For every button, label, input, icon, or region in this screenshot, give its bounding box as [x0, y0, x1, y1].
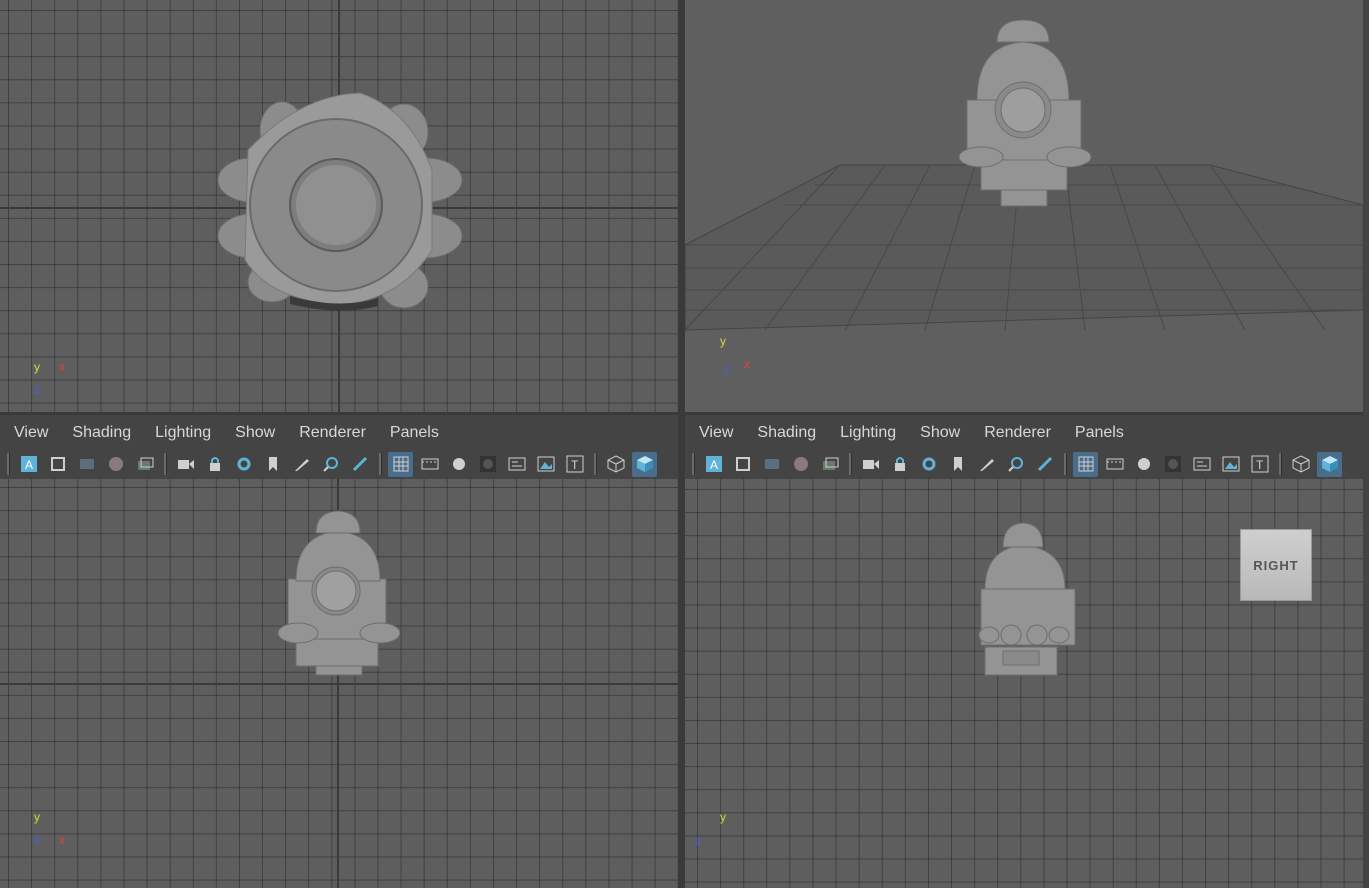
grid-icon[interactable] — [388, 451, 413, 477]
grease-pencil-icon[interactable] — [974, 452, 999, 477]
top-view-model — [0, 0, 678, 412]
toolbar-separator — [849, 453, 852, 475]
menu-show[interactable]: Show — [235, 424, 275, 442]
toolbar-separator — [594, 453, 597, 475]
lock-camera-icon[interactable] — [202, 452, 227, 477]
camera-icon[interactable] — [858, 452, 883, 477]
svg-text:T: T — [1256, 458, 1264, 472]
shaded-icon[interactable] — [1131, 452, 1156, 477]
top-viewport[interactable]: y x z — [0, 0, 678, 412]
menu-panels[interactable]: Panels — [390, 424, 439, 442]
axis-z-label: z — [34, 382, 40, 396]
image-plane-icon[interactable] — [1218, 452, 1243, 477]
layers-icon[interactable] — [817, 452, 842, 477]
paint-icon[interactable] — [1032, 452, 1057, 477]
grid-icon[interactable] — [1073, 451, 1098, 477]
side-viewport[interactable]: RIGHT y z — [685, 479, 1363, 888]
resolution-gate-icon[interactable] — [1102, 452, 1127, 477]
right-edge — [1363, 0, 1369, 888]
shaded-cube-icon[interactable] — [1317, 451, 1342, 477]
text-icon[interactable]: T — [562, 452, 587, 477]
axis-z-label: z — [724, 362, 730, 376]
pan-zoom-icon[interactable] — [318, 452, 343, 477]
wireframe-icon[interactable] — [1160, 452, 1185, 477]
film-gate-icon[interactable] — [74, 452, 99, 477]
left-panel-menubar: View Shading Lighting Show Renderer Pane… — [14, 416, 674, 450]
camera-attributes-icon[interactable] — [916, 452, 941, 477]
left-panel-toolbar: AT — [4, 449, 678, 479]
axis-y-label: y — [34, 360, 40, 374]
svg-text:A: A — [25, 458, 33, 472]
grease-pencil-icon[interactable] — [289, 452, 314, 477]
hud-icon[interactable] — [1189, 452, 1214, 477]
wire-cube-icon[interactable] — [603, 452, 628, 477]
axis-x-label: x — [59, 833, 65, 847]
axis-y-label: y — [34, 810, 40, 824]
lock-camera-icon[interactable] — [887, 452, 912, 477]
a-select-icon[interactable]: A — [701, 452, 726, 477]
frame-icon[interactable] — [730, 452, 755, 477]
persp-view-model — [685, 19, 1363, 331]
menu-lighting[interactable]: Lighting — [155, 424, 211, 442]
axis-y-label: y — [720, 810, 726, 824]
menu-shading[interactable]: Shading — [757, 424, 816, 442]
camera-attributes-icon[interactable] — [231, 452, 256, 477]
resolution-gate-icon[interactable] — [417, 452, 442, 477]
layers-icon[interactable] — [132, 452, 157, 477]
view-cube[interactable]: RIGHT — [1240, 529, 1312, 601]
vertical-splitter[interactable] — [678, 0, 685, 888]
toolbar-separator — [692, 453, 695, 475]
shaded-cube-icon[interactable] — [632, 451, 657, 477]
sphere-icon[interactable] — [103, 452, 128, 477]
toolbar-separator — [1064, 453, 1067, 475]
front-view-model — [0, 479, 678, 888]
toolbar-separator — [7, 453, 10, 475]
text-icon[interactable]: T — [1247, 452, 1272, 477]
svg-text:A: A — [710, 458, 718, 472]
front-viewport[interactable]: y x z — [0, 479, 678, 888]
right-panel-toolbar: AT — [689, 449, 1363, 479]
bookmark-icon[interactable] — [260, 452, 285, 477]
paint-icon[interactable] — [347, 452, 372, 477]
persp-viewport[interactable]: y x z — [685, 0, 1363, 412]
toolbar-separator — [1279, 453, 1282, 475]
horizontal-splitter[interactable] — [0, 412, 1369, 415]
film-gate-icon[interactable] — [759, 452, 784, 477]
bookmark-icon[interactable] — [945, 452, 970, 477]
a-select-icon[interactable]: A — [16, 452, 41, 477]
camera-icon[interactable] — [173, 452, 198, 477]
pan-zoom-icon[interactable] — [1003, 452, 1028, 477]
axis-y-label: y — [720, 334, 726, 348]
wireframe-icon[interactable] — [475, 452, 500, 477]
menu-view[interactable]: View — [14, 424, 48, 442]
wire-cube-icon[interactable] — [1288, 452, 1313, 477]
svg-text:T: T — [571, 458, 579, 472]
axis-z-label: z — [34, 833, 40, 847]
toolbar-separator — [164, 453, 167, 475]
menu-renderer[interactable]: Renderer — [984, 424, 1051, 442]
image-plane-icon[interactable] — [533, 452, 558, 477]
right-panel-menubar: View Shading Lighting Show Renderer Pane… — [699, 416, 1359, 450]
menu-panels[interactable]: Panels — [1075, 424, 1124, 442]
sphere-icon[interactable] — [788, 452, 813, 477]
menu-show[interactable]: Show — [920, 424, 960, 442]
axis-x-label: x — [59, 360, 65, 374]
axis-x-label: x — [744, 357, 750, 371]
frame-icon[interactable] — [45, 452, 70, 477]
hud-icon[interactable] — [504, 452, 529, 477]
menu-renderer[interactable]: Renderer — [299, 424, 366, 442]
menu-view[interactable]: View — [699, 424, 733, 442]
menu-lighting[interactable]: Lighting — [840, 424, 896, 442]
axis-z-label: z — [695, 834, 701, 848]
shaded-icon[interactable] — [446, 452, 471, 477]
menu-shading[interactable]: Shading — [72, 424, 131, 442]
toolbar-separator — [379, 453, 382, 475]
